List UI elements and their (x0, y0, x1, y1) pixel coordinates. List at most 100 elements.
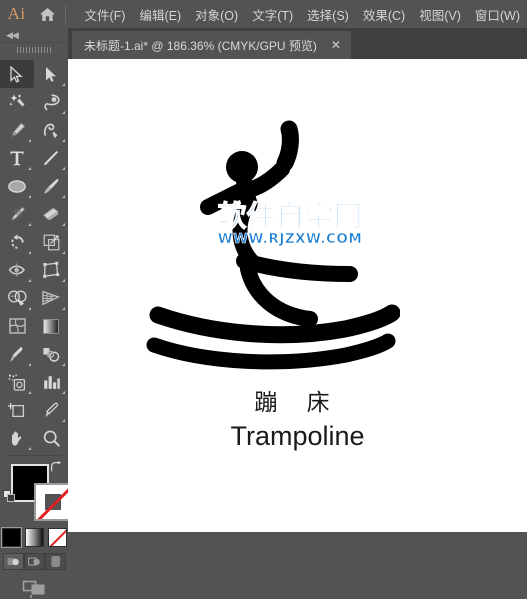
tools-divider (6, 455, 62, 456)
artboard-icon (7, 401, 27, 419)
flyout-indicator (28, 307, 31, 310)
tools-panel-collapse[interactable]: ◀◀ (0, 28, 68, 43)
menu-item-effect[interactable]: 效果(C) (356, 0, 412, 28)
pen-tool[interactable] (0, 116, 34, 144)
hand-tool[interactable] (0, 424, 34, 452)
default-fill-stroke-icon[interactable] (3, 490, 16, 503)
canvas-area[interactable]: 软件自学网 WWW.RJZXW.COM 蹦 床 Trampoline (68, 59, 527, 532)
color-mode-solid[interactable] (2, 528, 21, 547)
draw-behind[interactable] (24, 553, 45, 570)
arrow-cursor-icon (10, 66, 24, 83)
draw-inside-icon (49, 556, 62, 567)
screen-mode-button[interactable] (0, 579, 68, 599)
draw-inside[interactable] (45, 553, 66, 570)
symbol-sprayer-tool[interactable] (0, 368, 34, 396)
lasso-tool[interactable] (34, 88, 68, 116)
flyout-indicator (28, 223, 31, 226)
shape-builder-icon (7, 289, 28, 307)
paintbrush-tool[interactable] (34, 172, 68, 200)
document-tab-bar: 未标题-1.ai* @ 186.36% (CMYK/GPU 预览) ✕ (68, 28, 527, 59)
artboard[interactable]: 软件自学网 WWW.RJZXW.COM 蹦 床 Trampoline (68, 59, 527, 532)
curvature-tool[interactable] (34, 116, 68, 144)
curvature-pen-icon (41, 121, 61, 140)
eyedropper-icon (8, 345, 27, 364)
menu-item-object[interactable]: 对象(O) (188, 0, 245, 28)
white-arrow-cursor-icon (44, 66, 58, 83)
gradient-tool[interactable] (34, 312, 68, 340)
magic-wand-tool[interactable] (0, 88, 34, 116)
type-T-icon (9, 149, 25, 167)
tools-panel-grip[interactable] (0, 43, 68, 57)
mesh-tool[interactable] (0, 312, 34, 340)
menu-item-window[interactable]: 窗口(W) (468, 0, 527, 28)
double-chevron-left-icon: ◀◀ (6, 31, 18, 40)
shape-builder-tool[interactable] (0, 284, 34, 312)
rotate-tool[interactable] (0, 228, 34, 256)
flyout-indicator (28, 251, 31, 254)
width-tool-icon (7, 261, 27, 279)
draw-mode-row (0, 553, 68, 570)
tools-panel: ◀◀ (0, 28, 69, 532)
home-icon-glyph (39, 7, 56, 22)
flyout-indicator (62, 307, 65, 310)
flyout-indicator (28, 139, 31, 142)
trampoline-illustration[interactable] (140, 119, 400, 389)
screen-mode-icon (17, 579, 51, 599)
flyout-indicator (28, 391, 31, 394)
flyout-indicator (62, 419, 65, 422)
swap-fill-stroke-icon[interactable] (50, 461, 63, 474)
flyout-indicator (62, 111, 65, 114)
direct-selection-tool[interactable] (34, 60, 68, 88)
slice-knife-icon (42, 401, 61, 420)
type-tool[interactable] (0, 144, 34, 172)
slice-tool[interactable] (34, 396, 68, 424)
ellipse-tool[interactable] (0, 172, 34, 200)
free-transform-tool[interactable] (34, 256, 68, 284)
ai-logo: Ai (0, 0, 33, 28)
ellipse-icon (6, 178, 28, 195)
flyout-indicator (62, 391, 65, 394)
blob-brush-tool[interactable] (0, 200, 34, 228)
flyout-indicator (62, 251, 65, 254)
caption-english: Trampoline (68, 420, 527, 452)
document-tab-title: 未标题-1.ai* @ 186.36% (CMYK/GPU 预览) (84, 37, 317, 54)
none-slash-icon (49, 528, 67, 547)
menu-item-type[interactable]: 文字(T) (245, 0, 300, 28)
width-tool[interactable] (0, 256, 34, 284)
fill-stroke-controls (0, 460, 68, 522)
document-tab[interactable]: 未标题-1.ai* @ 186.36% (CMYK/GPU 预览) ✕ (72, 31, 351, 59)
zoom-tool[interactable] (34, 424, 68, 452)
eyedropper-tool[interactable] (0, 340, 34, 368)
color-mode-none[interactable] (48, 528, 67, 547)
paintbrush-icon (42, 177, 61, 196)
draw-normal[interactable] (3, 553, 24, 570)
menu-item-file[interactable]: 文件(F) (78, 0, 133, 28)
stroke-swatch[interactable] (34, 483, 72, 521)
selection-tool[interactable] (0, 60, 34, 88)
eraser-icon (41, 205, 61, 223)
scale-tool[interactable] (34, 228, 68, 256)
menu-item-select[interactable]: 选择(S) (300, 0, 356, 28)
flyout-indicator (62, 139, 65, 142)
menu-item-edit[interactable]: 编辑(E) (132, 0, 188, 28)
artboard-tool[interactable] (0, 396, 34, 424)
perspective-grid-icon (41, 289, 61, 307)
line-segment-tool[interactable] (34, 144, 68, 172)
flyout-indicator (62, 195, 65, 198)
perspective-grid-tool[interactable] (34, 284, 68, 312)
blend-tool[interactable] (34, 340, 68, 368)
flyout-indicator (28, 279, 31, 282)
flyout-indicator (62, 223, 65, 226)
bar-chart-icon (42, 373, 61, 391)
home-icon[interactable] (33, 0, 62, 28)
symbol-sprayer-icon (7, 373, 27, 392)
flyout-indicator (28, 167, 31, 170)
menu-item-view[interactable]: 视图(V) (412, 0, 468, 28)
magnifier-icon (42, 429, 61, 448)
color-mode-gradient[interactable] (25, 528, 44, 547)
artwork-caption[interactable]: 蹦 床 Trampoline (68, 389, 527, 452)
close-icon[interactable]: ✕ (331, 39, 341, 51)
column-graph-tool[interactable] (34, 368, 68, 396)
pen-nib-icon (8, 121, 27, 140)
eraser-tool[interactable] (34, 200, 68, 228)
